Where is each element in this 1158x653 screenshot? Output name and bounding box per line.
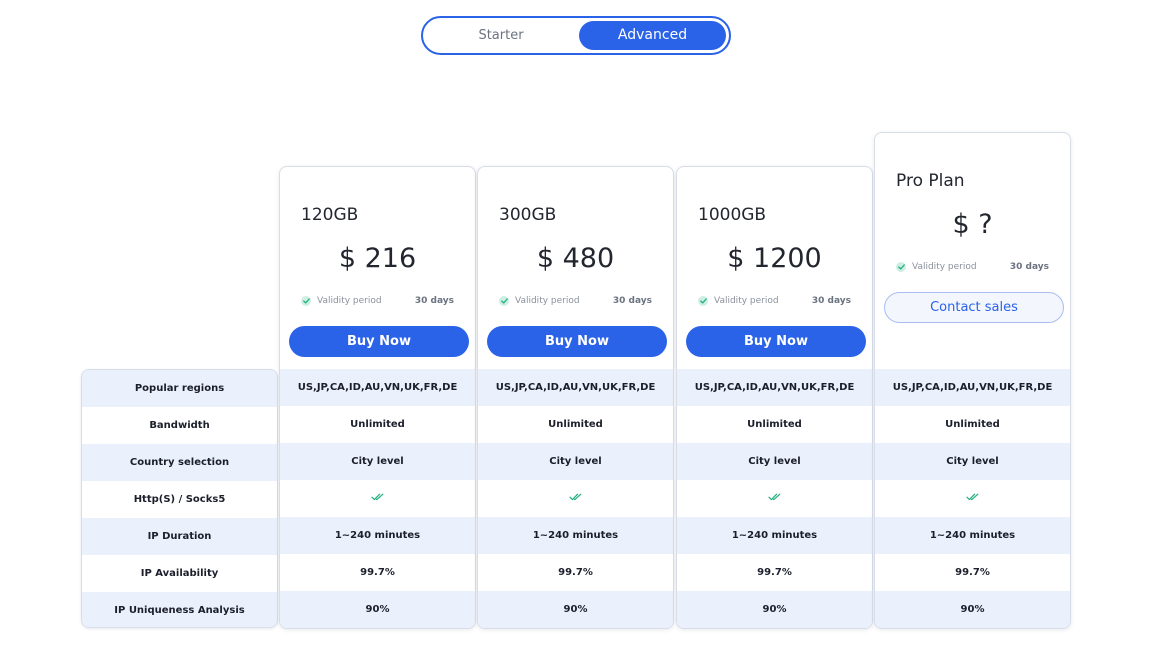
feature-value: City level <box>280 443 475 480</box>
plan-price: $ 1200 <box>727 243 822 274</box>
feature-value: City level <box>875 443 1070 480</box>
feature-label: Bandwidth <box>149 420 210 431</box>
feature-value: 90% <box>280 591 475 628</box>
check-circle-icon <box>301 296 311 306</box>
toggle-starter[interactable]: Starter <box>426 21 576 50</box>
plan-price: $ ? <box>952 209 993 240</box>
plan-card: 1000GB $ 1200 Validity period 30 days Buy No… <box>676 166 873 629</box>
feature-value: 1~240 minutes <box>875 517 1070 554</box>
feature-value: 90% <box>677 591 872 628</box>
validity-info: Validity period 30 days <box>499 293 652 309</box>
feature-value: City level <box>677 443 872 480</box>
feature-value <box>875 480 1070 517</box>
feature-value <box>677 480 872 517</box>
feature-value: 90% <box>875 591 1070 628</box>
feature-label: Http(S) / Socks5 <box>133 494 226 505</box>
feature-value: Unlimited <box>350 419 405 430</box>
feature-value: 99.7% <box>955 567 990 578</box>
plan-type-toggle: Starter Advanced <box>421 16 731 55</box>
feature-value: Unlimited <box>548 419 603 430</box>
feature-label: IP Uniqueness Analysis <box>82 592 277 627</box>
feature-value: 90% <box>478 591 673 628</box>
toggle-advanced[interactable]: Advanced <box>579 21 726 50</box>
contact-sales-button[interactable]: Contact sales <box>884 292 1064 323</box>
feature-value: 99.7% <box>757 567 792 578</box>
plan-name: 120GB <box>301 205 359 225</box>
buy-now-button[interactable]: Buy Now <box>289 326 469 357</box>
feature-label: Popular regions <box>82 370 277 407</box>
feature-labels-column: Popular regions Bandwidth Country select… <box>81 369 278 628</box>
validity-label: Validity period <box>912 262 977 272</box>
feature-label: Country selection <box>82 444 277 481</box>
validity-value: 30 days <box>1009 262 1049 272</box>
feature-value <box>478 480 673 517</box>
feature-value <box>280 480 475 517</box>
feature-value: Unlimited <box>945 419 1000 430</box>
double-check-icon <box>370 493 385 504</box>
plan-feature-values: US,JP,CA,ID,AU,VN,UK,FR,DE Unlimited City … <box>677 369 872 628</box>
validity-info: Validity period 30 days <box>896 259 1049 275</box>
feature-value: US,JP,CA,ID,AU,VN,UK,FR,DE <box>478 369 673 406</box>
buy-now-button[interactable]: Buy Now <box>686 326 866 357</box>
feature-value: US,JP,CA,ID,AU,VN,UK,FR,DE <box>280 369 475 406</box>
plan-card: 300GB $ 480 Validity period 30 days Buy Now U… <box>477 166 674 629</box>
plan-feature-values: US,JP,CA,ID,AU,VN,UK,FR,DE Unlimited City … <box>478 369 673 628</box>
validity-label: Validity period <box>714 296 779 306</box>
feature-value: US,JP,CA,ID,AU,VN,UK,FR,DE <box>677 369 872 406</box>
double-check-icon <box>767 493 782 504</box>
plan-feature-values: US,JP,CA,ID,AU,VN,UK,FR,DE Unlimited City … <box>280 369 475 628</box>
plan-price: $ 480 <box>536 243 615 274</box>
plan-name: 300GB <box>499 205 557 225</box>
validity-value: 30 days <box>811 296 851 306</box>
feature-value: 1~240 minutes <box>478 517 673 554</box>
validity-label: Validity period <box>515 296 580 306</box>
feature-value: US,JP,CA,ID,AU,VN,UK,FR,DE <box>875 369 1070 406</box>
plan-name: 1000GB <box>698 205 767 225</box>
validity-value: 30 days <box>612 296 652 306</box>
double-check-icon <box>965 493 980 504</box>
validity-label: Validity period <box>317 296 382 306</box>
validity-info: Validity period 30 days <box>698 293 851 309</box>
feature-label: IP Availability <box>140 568 219 579</box>
plan-card: Pro Plan $ ? Validity period 30 days Contact… <box>874 132 1071 629</box>
feature-value: City level <box>478 443 673 480</box>
feature-value: 1~240 minutes <box>677 517 872 554</box>
feature-value: 99.7% <box>360 567 395 578</box>
check-circle-icon <box>698 296 708 306</box>
validity-info: Validity period 30 days <box>301 293 454 309</box>
feature-value: 1~240 minutes <box>280 517 475 554</box>
plan-card: 120GB $ 216 Validity period 30 days Buy Now U… <box>279 166 476 629</box>
plan-feature-values: US,JP,CA,ID,AU,VN,UK,FR,DE Unlimited City … <box>875 369 1070 628</box>
plan-name: Pro Plan <box>896 171 965 191</box>
validity-value: 30 days <box>414 296 454 306</box>
feature-label: IP Duration <box>82 518 277 555</box>
feature-value: Unlimited <box>747 419 802 430</box>
plan-price: $ 216 <box>338 243 417 274</box>
feature-value: 99.7% <box>558 567 593 578</box>
check-circle-icon <box>499 296 509 306</box>
check-circle-icon <box>896 262 906 272</box>
double-check-icon <box>568 493 583 504</box>
buy-now-button[interactable]: Buy Now <box>487 326 667 357</box>
